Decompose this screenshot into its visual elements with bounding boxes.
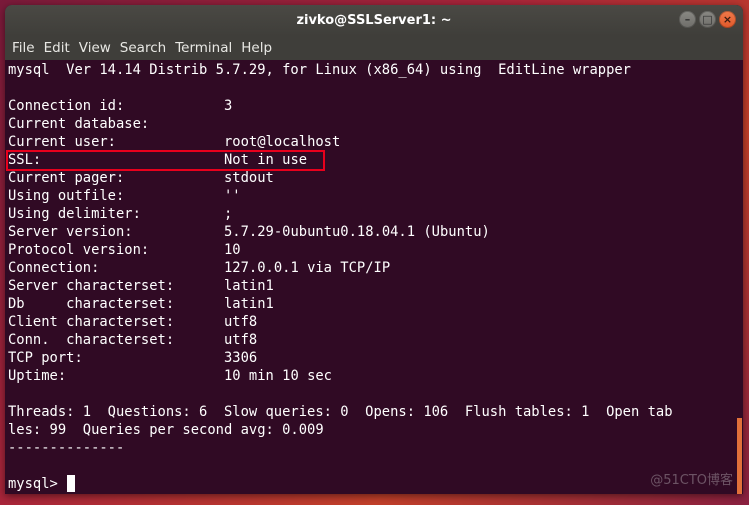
- status-value: stdout: [224, 170, 274, 186]
- status-label: Connection:: [8, 260, 100, 276]
- close-button[interactable]: ×: [719, 11, 736, 28]
- status-row: Current user: root@localhost: [8, 133, 743, 151]
- menu-file[interactable]: File: [8, 40, 39, 56]
- status-row: Server characterset: latin1: [8, 277, 743, 295]
- status-label: Server characterset:: [8, 278, 175, 294]
- menu-edit[interactable]: Edit: [40, 40, 74, 56]
- minimize-button[interactable]: –: [679, 11, 696, 28]
- status-value: utf8: [224, 332, 258, 348]
- status-row: Connection id: 3: [8, 97, 743, 115]
- maximize-icon: □: [702, 13, 713, 26]
- status-value: ;: [224, 206, 233, 222]
- maximize-button[interactable]: □: [699, 11, 716, 28]
- status-value: latin1: [224, 296, 274, 312]
- menubar: File Edit View Search Terminal Help: [5, 36, 743, 60]
- stats-line-1: Threads: 1 Questions: 6 Slow queries: 0 …: [8, 404, 673, 420]
- status-value: 3306: [224, 350, 258, 366]
- status-value: 127.0.0.1 via TCP/IP: [224, 260, 391, 276]
- window-controls: – □ ×: [679, 11, 736, 28]
- status-row: Current pager: stdout: [8, 169, 743, 187]
- minimize-icon: –: [684, 13, 691, 26]
- status-value: 10 min 10 sec: [224, 368, 332, 384]
- window-title: zivko@SSLServer1: ~: [296, 13, 452, 28]
- status-row: Conn. characterset: utf8: [8, 331, 743, 349]
- status-value: '': [224, 188, 241, 204]
- status-row: Uptime: 10 min 10 sec: [8, 367, 743, 385]
- menu-help[interactable]: Help: [237, 40, 276, 56]
- prompt-line[interactable]: mysql>: [8, 475, 743, 493]
- status-label: Client characterset:: [8, 314, 175, 330]
- status-value: 10: [224, 242, 241, 258]
- status-label: Using outfile:: [8, 188, 125, 204]
- status-label: Current database:: [8, 116, 150, 132]
- status-row: TCP port: 3306: [8, 349, 743, 367]
- terminal-window: zivko@SSLServer1: ~ – □ × File Edit View…: [5, 5, 743, 494]
- menu-terminal[interactable]: Terminal: [171, 40, 236, 56]
- separator-line: --------------: [8, 440, 125, 456]
- status-row: Connection: 127.0.0.1 via TCP/IP: [8, 259, 743, 277]
- status-row: Protocol version: 10: [8, 241, 743, 259]
- menu-search[interactable]: Search: [116, 40, 170, 56]
- mysql-prompt: mysql>: [8, 476, 67, 492]
- terminal-output[interactable]: mysql Ver 14.14 Distrib 5.7.29, for Linu…: [5, 60, 743, 494]
- status-label: Server version:: [8, 224, 133, 240]
- status-label: Db characterset:: [8, 296, 175, 312]
- status-row: Using outfile: '': [8, 187, 743, 205]
- status-value: utf8: [224, 314, 258, 330]
- status-label: Protocol version:: [8, 242, 150, 258]
- status-label: Current user:: [8, 134, 116, 150]
- status-label: TCP port:: [8, 350, 83, 366]
- status-row: Current database:: [8, 115, 743, 133]
- titlebar[interactable]: zivko@SSLServer1: ~ – □ ×: [5, 5, 743, 36]
- status-label: Connection id:: [8, 98, 125, 114]
- status-value: root@localhost: [224, 134, 341, 150]
- scrollbar[interactable]: [737, 418, 742, 494]
- status-label: Uptime:: [8, 368, 67, 384]
- status-row: Using delimiter:;: [8, 205, 743, 223]
- watermark: @51CTO博客: [650, 473, 733, 488]
- status-label: Conn. characterset:: [8, 332, 175, 348]
- menu-view[interactable]: View: [75, 40, 115, 56]
- version-line: mysql Ver 14.14 Distrib 5.7.29, for Linu…: [8, 62, 631, 78]
- status-row: Client characterset: utf8: [8, 313, 743, 331]
- status-value: 3: [224, 98, 233, 114]
- stats-line-2: les: 99 Queries per second avg: 0.009: [8, 422, 324, 438]
- status-list: Connection id: 3 Current database: Current …: [8, 97, 743, 385]
- status-label: Using delimiter:: [8, 206, 141, 222]
- status-row: Server version: 5.7.29-0ubuntu0.18.04.1 (…: [8, 223, 743, 241]
- status-row: Db characterset: latin1: [8, 295, 743, 313]
- status-label: Current pager:: [8, 170, 125, 186]
- ssl-highlight-box: [6, 150, 325, 171]
- close-icon: ×: [722, 13, 733, 26]
- text-cursor: [67, 475, 76, 492]
- status-value: latin1: [224, 278, 274, 294]
- status-value: 5.7.29-0ubuntu0.18.04.1 (Ubuntu): [224, 224, 490, 240]
